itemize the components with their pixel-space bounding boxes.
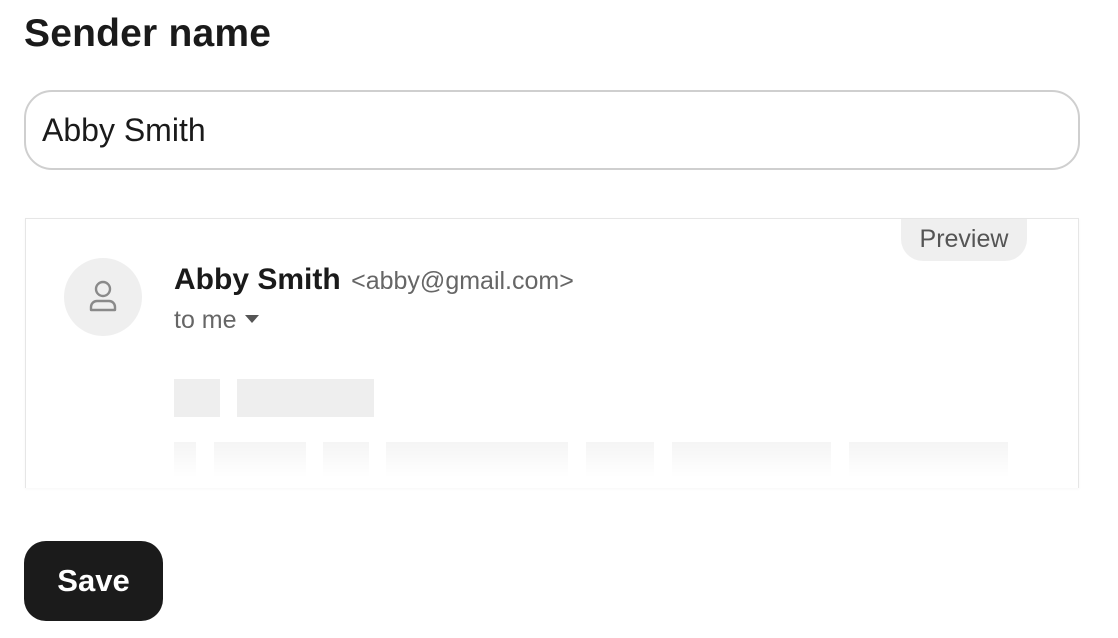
avatar bbox=[64, 258, 142, 336]
recipient-label: to me bbox=[174, 306, 237, 334]
recipient-toggle[interactable]: to me bbox=[174, 306, 259, 335]
page-title: Sender name bbox=[24, 12, 272, 55]
sender-name: Abby Smith bbox=[174, 263, 341, 296]
caret-down-icon bbox=[244, 315, 259, 324]
preview-badge: Preview bbox=[901, 219, 1027, 261]
sender-email: <abby@gmail.com> bbox=[351, 267, 574, 295]
email-preview-card: Preview Abby Smith <abby@gmail.com> to m… bbox=[25, 218, 1079, 488]
sender-name-input[interactable] bbox=[24, 90, 1080, 170]
skeleton-line bbox=[237, 379, 374, 417]
skeleton-line bbox=[174, 379, 220, 417]
person-icon bbox=[89, 280, 117, 312]
save-button[interactable]: Save bbox=[24, 541, 163, 621]
sender-line: Abby Smith <abby@gmail.com> bbox=[174, 263, 574, 297]
fade-overlay bbox=[26, 418, 1078, 488]
